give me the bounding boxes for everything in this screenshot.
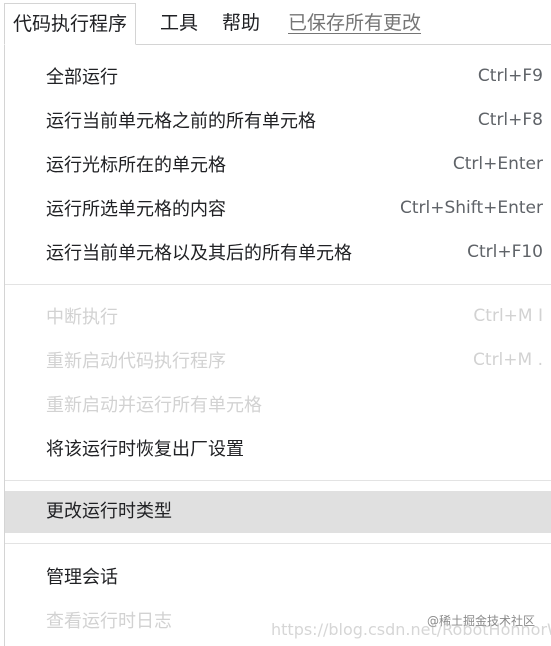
watermark-url: https://blog.csdn.net/RobotHonnorWar [271,620,551,639]
menu-item-restart-runtime[interactable]: 重新启动代码执行程序 Ctrl+M . [5,340,551,384]
menu-item-label: 运行当前单元格以及其后的所有单元格 [46,243,352,264]
menu-item-manage-sessions[interactable]: 管理会话 [5,556,551,600]
menu-item-run-all[interactable]: 全部运行 Ctrl+F9 [5,56,551,100]
menu-item-label: 全部运行 [46,67,118,88]
menu-item-shortcut: Ctrl+F10 [467,242,543,262]
menu-item-restart-and-run-all[interactable]: 重新启动并运行所有单元格 [5,384,551,428]
menu-item-run-before[interactable]: 运行当前单元格之前的所有单元格 Ctrl+F8 [5,100,551,144]
menubar: 代码执行程序 工具 帮助 已保存所有更改 [0,0,551,46]
menu-item-change-runtime-type[interactable]: 更改运行时类型 [5,491,551,533]
menu-item-run-after[interactable]: 运行当前单元格以及其后的所有单元格 Ctrl+F10 [5,232,551,276]
menu-item-label: 运行当前单元格之前的所有单元格 [46,111,316,132]
menu-divider [5,480,551,481]
menu-item-label: 查看运行时日志 [46,611,172,632]
menu-help[interactable]: 帮助 [222,3,260,43]
menu-item-shortcut: Ctrl+Shift+Enter [399,198,543,218]
menu-item-label: 运行所选单元格的内容 [46,199,226,220]
menu-item-shortcut: Ctrl+Enter [452,154,543,174]
menu-item-label: 重新启动代码执行程序 [46,351,226,372]
menu-item-label: 更改运行时类型 [46,501,172,522]
menu-item-label: 重新启动并运行所有单元格 [46,395,262,416]
menu-item-factory-reset-runtime[interactable]: 将该运行时恢复出厂设置 [5,428,551,472]
menu-item-shortcut: Ctrl+F9 [477,66,543,86]
page: 代码执行程序 工具 帮助 已保存所有更改 全部运行 Ctrl+F9 运行当前单元… [0,0,551,646]
menu-divider [5,543,551,544]
menu-divider [5,284,551,285]
menu-item-label: 管理会话 [46,567,118,588]
menu-runtime[interactable]: 代码执行程序 [4,3,137,45]
menu-item-label: 将该运行时恢复出厂设置 [46,439,244,460]
menu-item-interrupt-execution[interactable]: 中断执行 Ctrl+M I [5,296,551,340]
save-status-link[interactable]: 已保存所有更改 [288,3,421,43]
menu-item-label: 运行光标所在的单元格 [46,155,226,176]
menu-item-run-focused-cell[interactable]: 运行光标所在的单元格 Ctrl+Enter [5,144,551,188]
menu-item-shortcut: Ctrl+M . [473,350,543,370]
menu-item-shortcut: Ctrl+M I [473,306,543,326]
menu-item-run-selection[interactable]: 运行所选单元格的内容 Ctrl+Shift+Enter [5,188,551,232]
menu-item-label: 中断执行 [46,307,118,328]
menu-item-shortcut: Ctrl+F8 [477,110,543,130]
menu-tools[interactable]: 工具 [160,3,198,43]
runtime-dropdown-menu: 全部运行 Ctrl+F9 运行当前单元格之前的所有单元格 Ctrl+F8 运行光… [4,44,551,646]
